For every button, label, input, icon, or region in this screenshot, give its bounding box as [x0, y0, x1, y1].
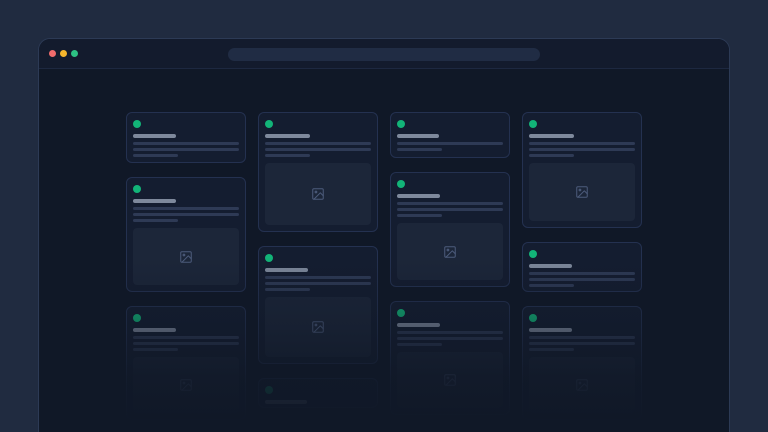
status-dot: [133, 185, 141, 193]
skeleton-line: [133, 219, 178, 222]
skeleton-line: [265, 288, 310, 291]
status-dot: [265, 254, 273, 262]
skeleton-title: [133, 199, 176, 203]
skeleton-line: [133, 154, 178, 157]
skeleton-line: [529, 278, 635, 281]
skeleton-line: [133, 142, 239, 145]
skeleton-line: [397, 337, 503, 340]
window-controls: [49, 39, 78, 68]
skeleton-line: [265, 276, 371, 279]
skeleton-line: [397, 208, 503, 211]
skeleton-line: [529, 272, 635, 275]
image-icon: [443, 373, 457, 387]
image-placeholder: [133, 357, 239, 413]
image-placeholder: [529, 357, 635, 413]
feed-card[interactable]: [522, 112, 642, 228]
skeleton-title: [265, 134, 310, 138]
status-dot: [529, 120, 537, 128]
image-placeholder: [133, 228, 239, 285]
skeleton-line: [133, 148, 239, 151]
status-dot: [265, 120, 273, 128]
maximize-window-button[interactable]: [71, 50, 78, 57]
image-icon: [443, 245, 457, 259]
image-placeholder: [397, 352, 503, 408]
image-icon: [179, 250, 193, 264]
minimize-window-button[interactable]: [60, 50, 67, 57]
feed-card[interactable]: [126, 306, 246, 420]
skeleton-line: [529, 142, 635, 145]
skeleton-title: [133, 328, 176, 332]
masonry-column-4: [522, 112, 642, 420]
masonry-column-3: [390, 112, 510, 420]
status-dot: [133, 120, 141, 128]
skeleton-line: [397, 148, 442, 151]
image-placeholder: [265, 163, 371, 225]
status-dot: [265, 386, 273, 394]
skeleton-line: [265, 148, 371, 151]
skeleton-line: [133, 342, 239, 345]
feed-card[interactable]: [390, 301, 510, 415]
masonry-column-2: [258, 112, 378, 420]
browser-titlebar: [39, 39, 729, 69]
image-placeholder: [265, 297, 371, 357]
skeleton-title: [529, 264, 572, 268]
feed-card[interactable]: [126, 112, 246, 163]
image-icon: [179, 378, 193, 392]
skeleton-line: [397, 214, 442, 217]
image-icon: [575, 185, 589, 199]
skeleton-line: [529, 154, 574, 157]
skeleton-title: [265, 400, 307, 404]
feed-card[interactable]: [258, 246, 378, 364]
skeleton-title: [265, 268, 308, 272]
skeleton-line: [133, 213, 239, 216]
status-dot: [529, 250, 537, 258]
skeleton-title: [529, 134, 574, 138]
skeleton-line: [397, 343, 442, 346]
image-placeholder: [529, 163, 635, 221]
desktop-backdrop: [0, 0, 768, 432]
image-icon: [311, 320, 325, 334]
skeleton-line: [529, 284, 574, 287]
skeleton-title: [397, 134, 439, 138]
masonry-grid: [39, 69, 729, 420]
feed-card[interactable]: [390, 112, 510, 158]
skeleton-line: [397, 142, 503, 145]
address-bar[interactable]: [228, 48, 540, 61]
skeleton-line: [133, 348, 178, 351]
browser-window: [38, 38, 730, 432]
skeleton-line: [397, 331, 503, 334]
skeleton-line: [133, 207, 239, 210]
skeleton-title: [133, 134, 176, 138]
skeleton-title: [397, 194, 440, 198]
close-window-button[interactable]: [49, 50, 56, 57]
skeleton-title: [529, 328, 572, 332]
skeleton-line: [529, 342, 635, 345]
feed-card[interactable]: [522, 306, 642, 420]
image-placeholder: [397, 223, 503, 280]
status-dot: [529, 314, 537, 322]
skeleton-line: [529, 148, 635, 151]
image-icon: [575, 378, 589, 392]
skeleton-line: [265, 282, 371, 285]
skeleton-line: [397, 202, 503, 205]
status-dot: [397, 120, 405, 128]
status-dot: [397, 180, 405, 188]
image-icon: [311, 187, 325, 201]
skeleton-line: [265, 142, 371, 145]
skeleton-line: [133, 336, 239, 339]
feed-card[interactable]: [126, 177, 246, 292]
masonry-column-1: [126, 112, 246, 420]
status-dot: [397, 309, 405, 317]
status-dot: [133, 314, 141, 322]
skeleton-line: [265, 154, 310, 157]
feed-card[interactable]: [258, 378, 378, 408]
skeleton-line: [529, 348, 574, 351]
skeleton-line: [529, 336, 635, 339]
feed-card[interactable]: [522, 242, 642, 292]
feed-card[interactable]: [390, 172, 510, 287]
skeleton-title: [397, 323, 440, 327]
feed-card[interactable]: [258, 112, 378, 232]
page-content: [39, 69, 729, 432]
